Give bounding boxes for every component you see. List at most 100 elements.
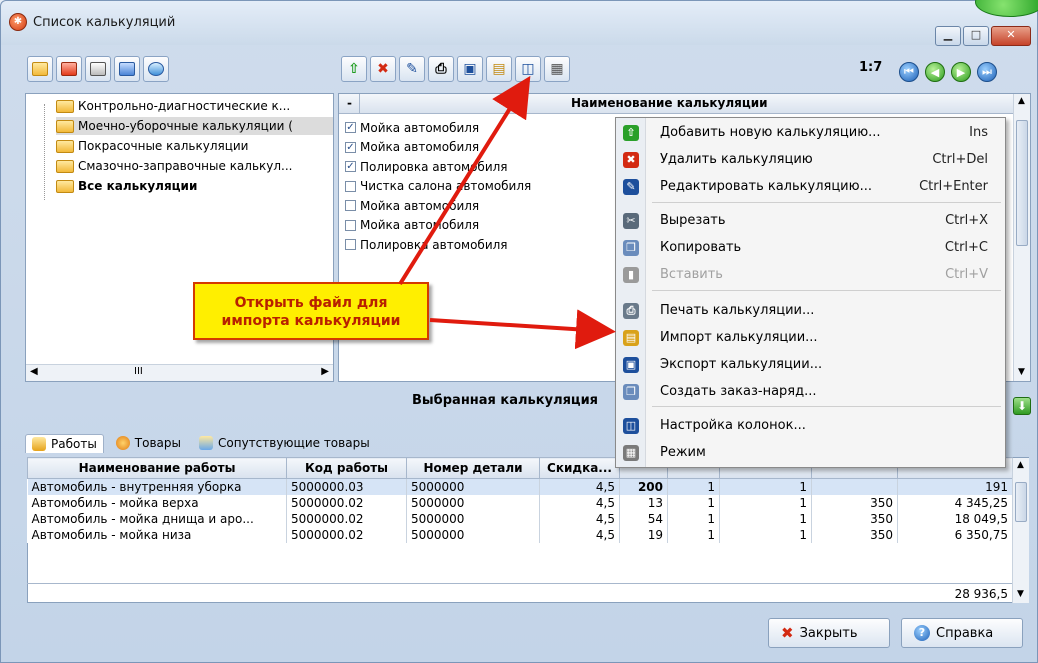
list-vscrollbar[interactable]: ▲ ▼: [1013, 94, 1030, 381]
column-header[interactable]: Номер детали: [406, 457, 540, 479]
tab-related-goods[interactable]: Сопутствующие товары: [193, 434, 376, 452]
row-checkbox[interactable]: [345, 180, 356, 192]
list-header-name[interactable]: Наименование калькуляции: [571, 96, 768, 110]
list-item[interactable]: Чистка салона автомобиля: [345, 177, 531, 196]
folder-refresh-button[interactable]: [143, 56, 169, 82]
row-checkbox[interactable]: [345, 239, 356, 250]
new-folder-button[interactable]: [27, 56, 53, 82]
menu-item[interactable]: ❐ Создать заказ-наряд...: [616, 378, 1005, 405]
menu-item[interactable]: ❐ Копировать Ctrl+C: [616, 234, 1005, 261]
menu-item-label: Редактировать калькуляцию...: [660, 179, 872, 194]
menu-item[interactable]: ▣ Экспорт калькуляции...: [616, 351, 1005, 378]
folder-icon: [56, 179, 74, 193]
row-checkbox[interactable]: [345, 219, 356, 231]
row-checkbox[interactable]: ✓: [345, 122, 356, 133]
scroll-right-icon[interactable]: ▶: [321, 366, 329, 377]
total-sum: 28 936,5: [954, 587, 1008, 601]
tree-item-washing[interactable]: Моечно-уборочные калькуляции (: [56, 117, 333, 135]
expand-down-button[interactable]: ⬇: [1013, 397, 1031, 415]
menu-item[interactable]: ✂ Вырезать Ctrl+X: [616, 207, 1005, 234]
delete-calc-button[interactable]: ✖: [370, 56, 396, 82]
last-record-button[interactable]: ⏭: [977, 62, 997, 82]
table-cell: Автомобиль - мойка днища и аро...: [27, 510, 287, 527]
list-item[interactable]: Полировка автомобиля: [345, 235, 508, 254]
table-row[interactable]: Автомобиль - мойка низа 5000000.02 5000000…: [27, 526, 1013, 543]
row-checkbox[interactable]: ✓: [345, 161, 356, 172]
list-item[interactable]: Мойка автомобиля: [345, 196, 479, 215]
row-checkbox[interactable]: [345, 200, 356, 211]
prev-record-button[interactable]: ◀: [925, 62, 945, 82]
table-cell: 5000000: [406, 510, 540, 527]
print-calc-button[interactable]: ⎙: [428, 56, 454, 82]
scroll-left-icon[interactable]: ◀: [30, 366, 38, 377]
scroll-up-icon[interactable]: ▲: [1017, 460, 1024, 470]
folder-settings-button[interactable]: [114, 56, 140, 82]
add-calc-button[interactable]: ⇧: [341, 56, 367, 82]
menu-item-label: Режим: [660, 445, 706, 460]
columns-button[interactable]: ◫: [515, 56, 541, 82]
list-item[interactable]: ✓ Мойка автомобиля: [345, 138, 479, 157]
close-button[interactable]: ✖ Закрыть: [768, 618, 890, 648]
minimize-button[interactable]: ▁: [935, 26, 961, 46]
list-toolbar: ⇧ ✖ ✎ ⎙ ▣ ▤ ◫ ▦: [341, 53, 570, 85]
menu-item[interactable]: ◫ Настройка колонок...: [616, 412, 1005, 439]
table-cell: 54: [619, 510, 668, 527]
scroll-down-icon[interactable]: ▼: [1017, 589, 1024, 599]
table-cell: 6 350,75: [897, 526, 1013, 543]
menu-item[interactable]: ✎ Редактировать калькуляцию... Ctrl+Enter: [616, 173, 1005, 200]
list-item[interactable]: ✓ Полировка автомобиля: [345, 157, 508, 176]
menu-item[interactable]: ✖ Удалить калькуляцию Ctrl+Del: [616, 146, 1005, 173]
next-record-button[interactable]: ▶: [951, 62, 971, 82]
help-button[interactable]: ? Справка: [901, 618, 1023, 648]
add-icon: ⇧: [348, 61, 360, 77]
mode-icon: ▦: [623, 444, 639, 461]
menu-item[interactable]: ⇧ Добавить новую калькуляцию... Ins: [616, 119, 1005, 146]
menu-item[interactable]: ▦ Режим: [616, 439, 1005, 466]
edit-calc-button[interactable]: ✎: [399, 56, 425, 82]
table-cell: 1: [667, 494, 720, 511]
list-menu-column[interactable]: -: [347, 96, 352, 110]
scroll-down-icon[interactable]: ▼: [1018, 367, 1025, 377]
list-scroll-thumb[interactable]: [1016, 120, 1028, 246]
column-header[interactable]: Скидка...: [539, 457, 620, 479]
delete-folder-button[interactable]: [56, 56, 82, 82]
table-cell: 4,5: [539, 478, 620, 495]
first-record-button[interactable]: ⏮: [899, 62, 919, 82]
table-row[interactable]: Автомобиль - мойка днища и аро... 5000000…: [27, 510, 1013, 527]
column-header[interactable]: Код работы: [286, 457, 407, 479]
list-item[interactable]: ✓ Мойка автомобиля: [345, 118, 479, 137]
table-cell: 1: [667, 526, 720, 543]
scroll-thumb-grip[interactable]: III: [134, 366, 143, 377]
tab-works[interactable]: Работы: [25, 433, 104, 453]
tree-item-all[interactable]: Все калькуляции: [56, 177, 197, 195]
tree-item-diagnostics[interactable]: Контрольно-диагностические к...: [56, 97, 290, 115]
tree-item-painting[interactable]: Покрасочные калькуляции: [56, 137, 248, 155]
row-checkbox[interactable]: ✓: [345, 141, 356, 153]
menu-item[interactable]: ⎙ Печать калькуляции...: [616, 297, 1005, 324]
print-folder-button[interactable]: [85, 56, 111, 82]
delete-folder-icon: [61, 62, 77, 76]
tree-hscrollbar[interactable]: ◀ III ▶: [26, 364, 333, 381]
table-cell: 4,5: [539, 510, 620, 527]
mode-icon: ▦: [550, 61, 564, 77]
works-scroll-thumb[interactable]: [1015, 482, 1027, 522]
tab-goods[interactable]: Товары: [110, 434, 187, 452]
mode-button[interactable]: ▦: [544, 56, 570, 82]
title-bar[interactable]: ✱ Список калькуляций ▁ □ ✕: [1, 0, 1038, 46]
works-vscrollbar[interactable]: ▲ ▼: [1012, 458, 1029, 603]
column-header[interactable]: Наименование работы: [27, 457, 287, 479]
list-item[interactable]: Мойка автомобиля: [345, 216, 479, 235]
tree-item-lubrication[interactable]: Смазочно-заправочные калькул...: [56, 157, 293, 175]
export-calc-button[interactable]: ▣: [457, 56, 483, 82]
tree-item-label: Моечно-уборочные калькуляции (: [78, 119, 293, 133]
scroll-up-icon[interactable]: ▲: [1018, 96, 1025, 106]
table-row[interactable]: Автомобиль - мойка верха 5000000.02 500000…: [27, 494, 1013, 511]
import-calc-button[interactable]: ▤: [486, 56, 512, 82]
menu-separator: [652, 406, 1001, 407]
close-window-button[interactable]: ✕: [991, 26, 1031, 46]
menu-item[interactable]: ▤ Импорт калькуляции...: [616, 324, 1005, 351]
tree-item-label: Смазочно-заправочные калькул...: [78, 159, 293, 173]
maximize-button[interactable]: □: [963, 26, 989, 46]
folder-icon: [56, 139, 74, 153]
table-row[interactable]: Автомобиль - внутренняя уборка 5000000.03…: [27, 478, 1013, 495]
